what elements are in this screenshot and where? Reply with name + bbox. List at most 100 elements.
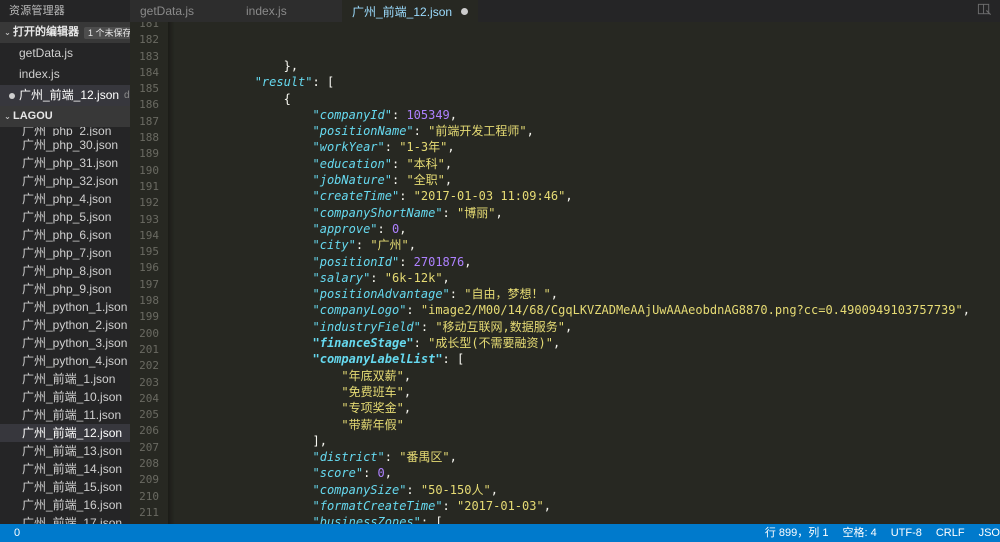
code-token: , bbox=[384, 466, 392, 481]
eol[interactable]: CRLF bbox=[929, 524, 972, 542]
line-number: 194 bbox=[139, 228, 159, 242]
code-token: , bbox=[444, 156, 453, 171]
folder-section-header[interactable]: ⌄ LAGOU bbox=[0, 106, 130, 127]
file-name-label: 广州_php_7.json bbox=[22, 246, 112, 260]
line-number: 186 bbox=[139, 98, 159, 112]
code-line: "workYear": "1-3年", bbox=[168, 139, 1000, 155]
code-token: "image2/M00/14/68/CgqLKVZADMeAAjUwAAAeob… bbox=[420, 303, 963, 318]
file-name-label: 广州_前端_17.json bbox=[22, 516, 123, 524]
file-name-label: 广州_php_9.json bbox=[22, 282, 112, 296]
code-token: , bbox=[526, 124, 534, 139]
file-tree-item[interactable]: 广州_python_1.json bbox=[0, 298, 130, 316]
code-editor[interactable]: 181 182 183 184 185 186 187 188 189 190 191 192 193 1… bbox=[130, 22, 1000, 524]
file-name-label: 广州_python_3.json bbox=[22, 336, 128, 350]
file-tree-item[interactable]: 广州_python_2.json bbox=[0, 316, 130, 334]
file-tree-item[interactable]: 广州_php_30.json bbox=[0, 136, 130, 154]
file-tree-item[interactable]: 广州_前端_1.json bbox=[0, 370, 130, 388]
code-token: "专项奖金" bbox=[341, 401, 404, 416]
file-tree-item[interactable]: 广州_php_9.json bbox=[0, 280, 130, 298]
file-tree-item[interactable]: 广州_php_31.json bbox=[0, 154, 130, 172]
file-tree-item[interactable]: 广州_php_5.json bbox=[0, 208, 130, 226]
code-token: "createTime" bbox=[312, 189, 400, 204]
file-tree-item[interactable]: 广州_前端_15.json bbox=[0, 478, 130, 496]
editor-tab[interactable]: 广州_前端_12.json bbox=[342, 0, 479, 22]
indentation[interactable]: 空格: 4 bbox=[835, 524, 883, 542]
status-bar-right: 行 899，列 1 空格: 4 UTF-8 CRLF JSO bbox=[758, 524, 1000, 542]
code-token: 105349 bbox=[406, 107, 450, 122]
code-token: : bbox=[391, 173, 407, 188]
code-token: : bbox=[384, 140, 400, 155]
line-number: 193 bbox=[139, 212, 159, 226]
line-number: 209 bbox=[139, 473, 159, 487]
cursor-position[interactable]: 行 899，列 1 bbox=[758, 524, 836, 542]
line-number: 203 bbox=[139, 375, 159, 389]
file-tree-item[interactable]: 广州_前端_13.json bbox=[0, 442, 130, 460]
code-token: "companyShortName" bbox=[312, 205, 443, 220]
code-token: , bbox=[962, 303, 970, 318]
code-line: "salary": "6k-12k", bbox=[168, 270, 1000, 286]
editor-tab[interactable]: index.js bbox=[236, 0, 342, 22]
split-editor-icon[interactable] bbox=[977, 2, 992, 20]
file-tree-item[interactable]: 广州_php_32.json bbox=[0, 172, 130, 190]
file-name-label: 广州_前端_11.json bbox=[22, 408, 122, 422]
editor-tab-bar: getData.js index.js 广州_前端_12.json bbox=[130, 0, 1000, 22]
code-token: : bbox=[442, 499, 457, 514]
problems-count[interactable]: 0 bbox=[7, 524, 27, 542]
file-tree-item[interactable]: 广州_前端_14.json bbox=[0, 460, 130, 478]
code-token: , bbox=[543, 499, 551, 514]
open-editor-item[interactable]: index.js bbox=[0, 64, 130, 85]
line-number: 199 bbox=[139, 310, 159, 324]
file-tree-item[interactable]: 广州_前端_12.json bbox=[0, 424, 130, 442]
file-tree-item[interactable]: 广州_前端_16.json bbox=[0, 496, 130, 514]
code-token: , bbox=[495, 205, 503, 220]
open-editor-item[interactable]: 广州_前端_12.jsondata bbox=[0, 85, 130, 106]
code-token: : bbox=[384, 450, 400, 465]
file-tree-item[interactable]: 广州_php_6.json bbox=[0, 226, 130, 244]
code-line: "companyLabelList": [ bbox=[168, 351, 1000, 367]
editor-tab[interactable]: getData.js bbox=[130, 0, 236, 22]
open-editor-item[interactable]: getData.js bbox=[0, 43, 130, 64]
open-editors-section-header[interactable]: ⌄ 打开的编辑器 1 个未保存 bbox=[0, 22, 130, 43]
code-token: "成长型(不需要融资)" bbox=[428, 336, 554, 351]
file-name-label: 广州_php_2.json bbox=[22, 127, 112, 136]
code-token: : bbox=[413, 124, 429, 139]
code-token: "formatCreateTime" bbox=[312, 499, 443, 514]
file-tree: 广州_php_2.json 广州_php_30.json 广州_php_31.jso… bbox=[0, 127, 130, 524]
file-tree-item[interactable]: 广州_php_4.json bbox=[0, 190, 130, 208]
file-tree-item[interactable]: 广州_php_7.json bbox=[0, 244, 130, 262]
file-tree-item[interactable]: 广州_前端_11.json bbox=[0, 406, 130, 424]
code-token: "本科" bbox=[406, 156, 445, 171]
editor-tab-label: 广州_前端_12.json bbox=[352, 4, 453, 19]
line-number: 212 bbox=[130, 521, 159, 524]
code-content[interactable]: }, "result": [ { "companyId": 105349, "p… bbox=[168, 22, 1000, 524]
line-number: 192 bbox=[139, 196, 159, 210]
file-tree-item[interactable]: 广州_python_3.json bbox=[0, 334, 130, 352]
code-token: , bbox=[464, 254, 472, 269]
code-token: , bbox=[447, 140, 455, 155]
file-tree-item[interactable]: 广州_python_4.json bbox=[0, 352, 130, 370]
unsaved-dot-icon[interactable] bbox=[461, 7, 469, 15]
file-tree-item[interactable]: 广州_php_2.json bbox=[0, 127, 130, 136]
line-number: 182 bbox=[139, 33, 159, 47]
line-number: 187 bbox=[139, 114, 159, 128]
code-token: , bbox=[444, 173, 453, 188]
language-mode[interactable]: JSO bbox=[972, 524, 1000, 542]
file-name-label: 广州_前端_16.json bbox=[22, 498, 123, 512]
file-tree-item[interactable]: 广州_前端_17.json bbox=[0, 514, 130, 524]
code-token: "positionId" bbox=[312, 254, 400, 269]
code-token: "50-150人" bbox=[420, 482, 491, 497]
encoding[interactable]: UTF-8 bbox=[884, 524, 929, 542]
file-tree-item[interactable]: 广州_php_8.json bbox=[0, 262, 130, 280]
code-token: "年底双薪" bbox=[341, 368, 404, 383]
file-tree-item[interactable]: 广州_前端_10.json bbox=[0, 388, 130, 406]
code-token: , bbox=[550, 287, 558, 302]
code-token: , bbox=[442, 270, 450, 285]
code-token: "全职" bbox=[406, 173, 445, 188]
code-line: "专项奖金", bbox=[168, 400, 1000, 416]
